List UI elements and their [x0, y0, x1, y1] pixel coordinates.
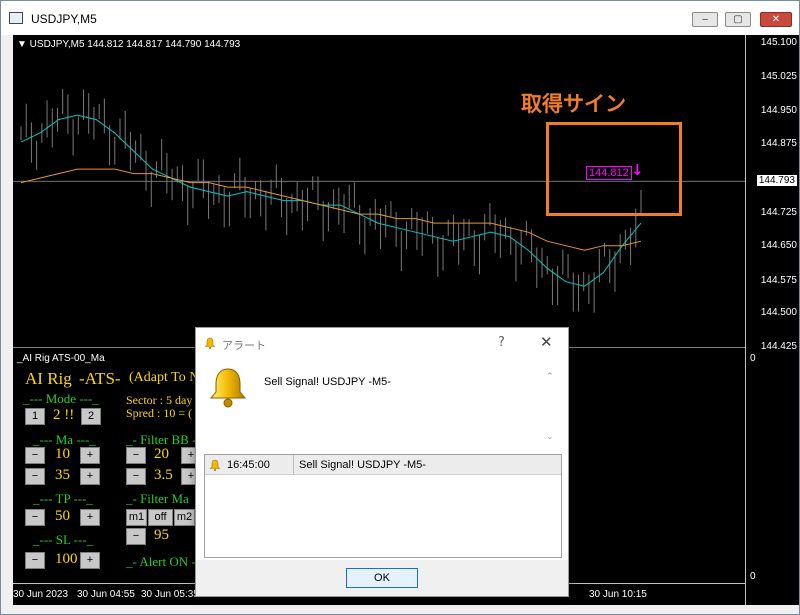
- sl-value: 100: [55, 551, 78, 567]
- time-tick: 30 Jun 2023: [13, 589, 69, 600]
- help-button[interactable]: ?: [498, 335, 505, 350]
- bb2-value: 3.5: [154, 467, 173, 483]
- price-tick: 144.575: [760, 275, 797, 286]
- price-tick: 145.025: [760, 71, 797, 82]
- alert-message: Sell Signal! USDJPY -M5-: [264, 376, 391, 388]
- alert-message-area: [196, 358, 568, 458]
- ma2-minus-button[interactable]: −: [25, 468, 45, 485]
- bb2-minus-button[interactable]: −: [126, 468, 146, 485]
- row-bell-icon: [209, 459, 221, 471]
- alert-row-message: Sell Signal! USDJPY -M5-: [299, 459, 426, 471]
- price-tick: 144.650: [760, 240, 797, 251]
- time-tick: 30 Jun 04:55: [77, 589, 135, 600]
- alert-row[interactable]: 16:45:00 Sell Signal! USDJPY -M5-: [205, 455, 561, 475]
- dialog-close-button[interactable]: ✕: [540, 333, 553, 351]
- panel-title-ats: -ATS-: [79, 369, 121, 388]
- alert-dialog: アラート ? ✕ Sell Signal! USDJPY -M5- ⌃ ⌄ 16:…: [195, 327, 569, 597]
- ma1-value: 10: [55, 446, 70, 462]
- minimize-button[interactable]: ‒: [692, 12, 718, 27]
- mode-2-button[interactable]: 2: [81, 408, 101, 425]
- message-scrollbar[interactable]: ⌃ ⌄: [546, 372, 556, 446]
- alert-dialog-title: アラート: [222, 339, 266, 352]
- bell-icon: [204, 337, 216, 349]
- price-tick: 144.725: [760, 207, 797, 218]
- indicator-tick: 0: [750, 571, 756, 582]
- large-bell-icon: [209, 368, 247, 408]
- ok-button[interactable]: OK: [346, 568, 418, 588]
- mode-label: _--- Mode ---_: [23, 391, 99, 406]
- sell-arrow-icon: ↓: [631, 161, 644, 179]
- sl-minus-button[interactable]: −: [25, 552, 45, 569]
- maximize-button[interactable]: ▢: [725, 12, 751, 27]
- price-tick: 144.950: [760, 105, 797, 116]
- chart-window-icon: [9, 12, 23, 24]
- dialog-footer: OK: [196, 560, 568, 596]
- mode-value: 2 !!: [53, 407, 75, 423]
- alert-label: _- Alert ON -: [126, 554, 196, 569]
- symbol-info: ▼ USDJPY,M5 144.812 144.817 144.790 144.…: [17, 39, 241, 50]
- bb1-minus-button[interactable]: −: [126, 447, 146, 464]
- signal-annotation: 取得サイン: [521, 92, 626, 116]
- filter-ma-off-button[interactable]: off: [148, 509, 173, 526]
- indicator-label: _AI Rig ATS-00_Ma: [17, 353, 105, 364]
- chart-window: USDJPY,M5 ‒ ▢ ✕ ▼ USDJPY,M5 144.812 144.…: [0, 0, 800, 615]
- price-tick: 144.500: [760, 307, 797, 318]
- filter-ma-m1-button[interactable]: m1: [126, 509, 147, 526]
- sl-plus-button[interactable]: +: [80, 552, 100, 569]
- fma-minus-button[interactable]: −: [126, 528, 146, 545]
- ma1-minus-button[interactable]: −: [25, 447, 45, 464]
- fma-value: 95: [154, 527, 169, 543]
- price-tick: 145.100: [760, 37, 797, 48]
- alert-row-time: 16:45:00: [227, 459, 270, 471]
- alert-history-list[interactable]: 16:45:00 Sell Signal! USDJPY -M5-: [204, 454, 562, 558]
- current-price-tag: 144.793: [756, 175, 797, 186]
- time-tick: 30 Jun 05:35: [141, 589, 199, 600]
- tp-value: 50: [55, 508, 70, 524]
- price-tick: 144.425: [760, 341, 797, 352]
- ma1-plus-button[interactable]: +: [80, 447, 100, 464]
- time-tick: 30 Jun 10:15: [589, 589, 647, 600]
- price-tick: 144.875: [760, 138, 797, 149]
- filter-ma-m2-button[interactable]: m2: [174, 509, 195, 526]
- bb1-value: 20: [154, 446, 169, 462]
- filter-ma-label: _- Filter Ma: [126, 491, 189, 506]
- panel-title-ai-rig: AI Rig: [25, 369, 72, 388]
- column-divider: [293, 455, 294, 475]
- tp-plus-button[interactable]: +: [80, 509, 100, 526]
- indicator-tick: 0: [750, 353, 756, 364]
- title-bar: USDJPY,M5 ‒ ▢ ✕: [1, 1, 799, 35]
- panel-title-adapt: (Adapt To N: [129, 370, 200, 385]
- ma2-plus-button[interactable]: +: [80, 468, 100, 485]
- price-axis[interactable]: 145.100 145.025 144.950 144.875 144.793 …: [745, 35, 799, 605]
- ma2-value: 35: [55, 467, 70, 483]
- tp-minus-button[interactable]: −: [25, 509, 45, 526]
- spread-text: Spred : 10 = (: [126, 406, 193, 420]
- sl-label: _--- SL ---_: [33, 532, 94, 547]
- sell-price-label: 144.812: [586, 166, 632, 180]
- close-button[interactable]: ✕: [760, 12, 792, 27]
- tp-label: _--- TP ---_: [33, 491, 93, 506]
- mode-1-button[interactable]: 1: [25, 408, 45, 425]
- window-title: USDJPY,M5: [31, 12, 97, 26]
